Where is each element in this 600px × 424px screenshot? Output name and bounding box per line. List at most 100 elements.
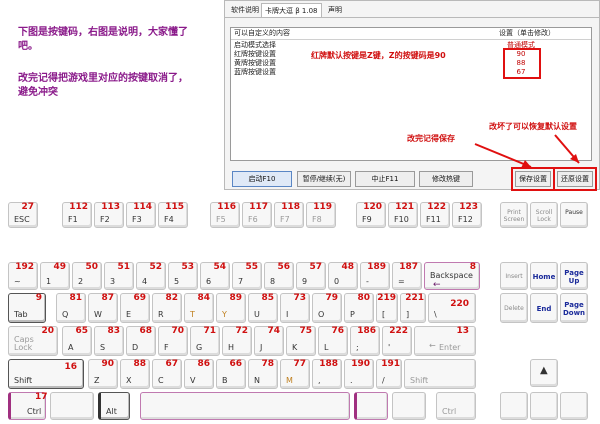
key-label: Shift [410, 376, 429, 385]
key-label: Ctrl [27, 407, 42, 416]
key-label: 7 [238, 277, 244, 286]
key-f6: 117 F6 [242, 202, 272, 228]
key-tilde: 192 ~ [8, 262, 38, 290]
key-label: L [324, 343, 329, 352]
key-code: 13 [456, 326, 469, 336]
key-label: F5 [216, 215, 226, 224]
key-label: J [260, 343, 263, 352]
key-i: 73 I [280, 293, 310, 323]
key-9: 57 9 [296, 262, 326, 290]
key-label: F6 [248, 215, 258, 224]
key-label: H [228, 343, 235, 352]
key-code: 71 [203, 326, 216, 336]
key-right-shift: Shift [404, 359, 476, 389]
key-label: I [286, 310, 289, 319]
key-f10: 121 F10 [388, 202, 418, 228]
key-code: 84 [197, 293, 210, 303]
key-label: R [158, 310, 164, 319]
key-label: Z [94, 376, 100, 385]
key-code: 221 [405, 293, 424, 303]
key-code: 191 [381, 359, 400, 369]
change-hotkey-button[interactable]: 修改热键 [419, 171, 473, 187]
key-menu [392, 392, 426, 420]
key-end: End [530, 293, 558, 323]
key-f8: 119 F8 [306, 202, 336, 228]
key-0: 48 0 [328, 262, 358, 290]
key-label: \ [434, 310, 437, 319]
key-label: Tab [14, 310, 28, 319]
key-code: 222 [389, 326, 408, 336]
start-button[interactable]: 启动F10 [232, 171, 292, 187]
key-code: 73 [293, 293, 306, 303]
key-f7: 118 F7 [274, 202, 304, 228]
key-code: 51 [117, 262, 130, 272]
key-code: 48 [341, 262, 354, 272]
key-label: 8 [270, 277, 276, 286]
key-code: 113 [101, 202, 120, 212]
key-label: ; [356, 343, 359, 352]
pause-resume-button[interactable]: 暂停/继续(无) [297, 171, 351, 187]
key-code: 220 [450, 299, 469, 309]
key-code: 187 [399, 262, 418, 272]
note-key-codes: 下图是按键码，右图是说明，大家懂了吧。 [18, 27, 188, 52]
key-f3: 114 F3 [126, 202, 156, 228]
key-code: 122 [427, 202, 446, 212]
stop-button[interactable]: 中止F11 [355, 171, 415, 187]
key-o: 79 O [312, 293, 342, 323]
key-windows [50, 392, 94, 420]
key-q: 81 Q [56, 293, 86, 323]
key-code: 112 [69, 202, 88, 212]
key-code: 17 [35, 392, 48, 402]
key-label: Page Up [564, 269, 584, 285]
key-a: 65 A [62, 326, 92, 356]
up-arrow-icon: ▲ [540, 365, 548, 376]
key-label: P [350, 310, 355, 319]
key-label: , [318, 376, 321, 385]
key-insert: Insert [500, 262, 528, 290]
key-code: 190 [351, 359, 370, 369]
key-f11: 122 F11 [420, 202, 450, 228]
save-settings-button[interactable]: 保存设置 [515, 171, 551, 187]
key-label: Ctrl [442, 407, 457, 416]
key-right-arrow [560, 392, 588, 420]
key-code: 86 [197, 359, 210, 369]
key-code: 115 [165, 202, 184, 212]
key-label: 6 [206, 277, 212, 286]
key-code: 79 [325, 293, 338, 303]
key-n: 78 N [248, 359, 278, 389]
key-comma: 188, [312, 359, 342, 389]
key-code: 219 [377, 293, 396, 303]
key-label: B [222, 376, 228, 385]
key-code: 55 [245, 262, 258, 272]
key-tab: 9 Tab [8, 293, 46, 323]
key-label: ESC [14, 215, 30, 224]
restore-settings-button[interactable]: 还原设置 [557, 171, 593, 187]
key-code: 80 [357, 293, 370, 303]
key-code: 53 [181, 262, 194, 272]
key-code: 85 [261, 293, 274, 303]
key-h: 72 H [222, 326, 252, 356]
key-label: F10 [394, 215, 409, 224]
key-code: 90 [101, 359, 114, 369]
key-code: 88 [133, 359, 146, 369]
key-label: 4 [142, 277, 148, 286]
key-code: 189 [367, 262, 386, 272]
key-f: 70 F [158, 326, 188, 356]
key-label: N [254, 376, 260, 385]
key-w: 87 W [88, 293, 118, 323]
key-m: 77 M [280, 359, 310, 389]
backspace-arrow-icon: ← [433, 280, 441, 290]
key-label: 1 [46, 277, 52, 286]
key-label: F7 [280, 215, 290, 224]
key-8: 56 8 [264, 262, 294, 290]
key-scroll-lock: Scroll Lock [530, 202, 558, 228]
key-label: Delete [504, 305, 524, 312]
key-code: 66 [229, 359, 242, 369]
key-label: Insert [505, 273, 523, 280]
key-1: 49 1 [40, 262, 70, 290]
key-label: 9 [302, 277, 308, 286]
key-code: 69 [133, 293, 146, 303]
key-label: Page Down [562, 301, 586, 317]
key-code: 50 [85, 262, 98, 272]
key-label: Enter [439, 343, 461, 352]
